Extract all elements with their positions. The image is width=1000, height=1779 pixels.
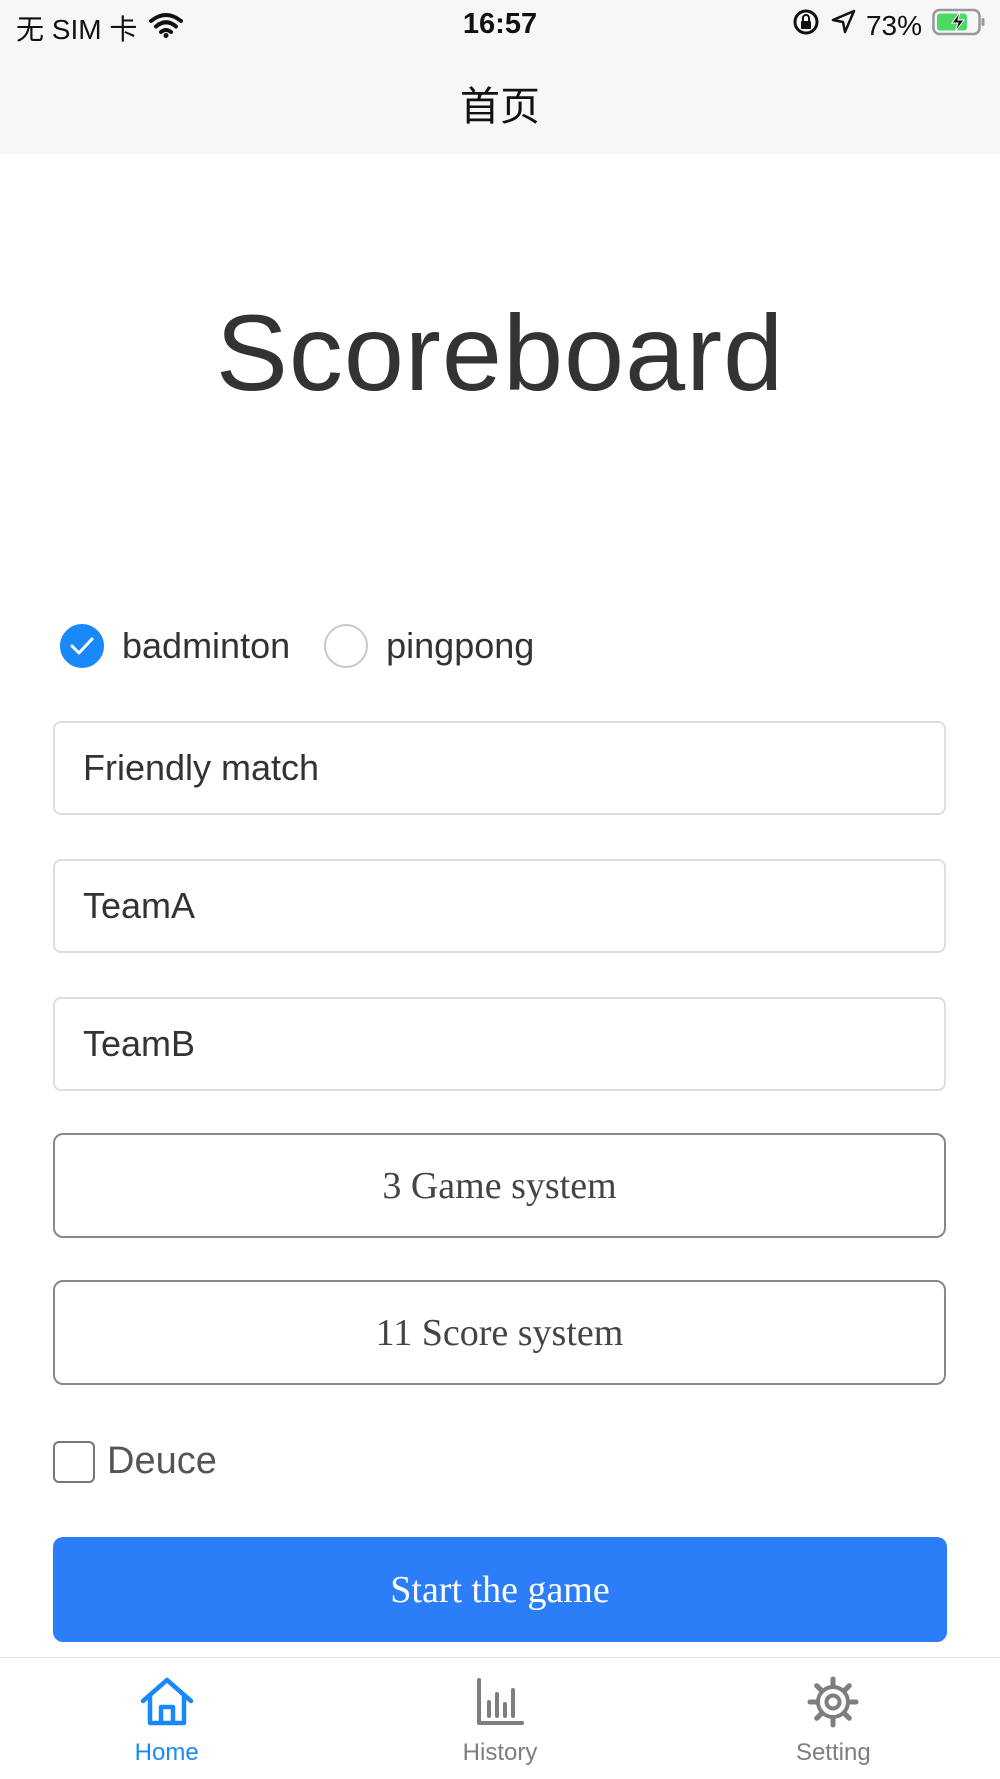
team-a-field[interactable] [53,859,946,953]
deuce-checkbox-row[interactable]: Deuce [53,1440,217,1483]
team-b-input[interactable] [55,999,944,1089]
battery-charging-icon [932,8,986,43]
status-bar: 无 SIM 卡 16:57 73% [0,0,1000,52]
radio-unchecked-icon[interactable] [324,624,369,668]
radio-label-pingpong[interactable]: pingpong [386,625,534,667]
tab-history[interactable]: History [333,1658,666,1779]
orientation-lock-icon [792,8,820,43]
radio-pingpong[interactable]: pingpong [324,624,534,668]
radio-checked-icon[interactable] [60,624,104,668]
radio-badminton[interactable]: badminton [60,624,290,668]
tab-label-history[interactable]: History [463,1739,538,1767]
deuce-label[interactable]: Deuce [107,1440,217,1483]
team-b-field[interactable] [53,997,946,1091]
page-title: 首页 [460,85,540,129]
home-icon[interactable] [139,1676,195,1733]
nav-bar: 首页 [0,52,1000,154]
match-name-field[interactable] [53,721,946,815]
tab-setting[interactable]: Setting [667,1658,1000,1779]
tab-label-home[interactable]: Home [135,1739,199,1767]
tab-home[interactable]: Home [0,1658,333,1779]
status-right: 73% [792,8,986,43]
location-icon [830,9,856,42]
team-a-input[interactable] [55,861,944,951]
tab-label-setting[interactable]: Setting [796,1739,871,1767]
radio-label-badminton[interactable]: badminton [122,625,290,667]
tab-bar: Home History Setting [0,1657,1000,1779]
match-name-input[interactable] [55,723,944,813]
gear-icon[interactable] [807,1676,859,1733]
score-system-button[interactable]: 11 Score system [53,1280,946,1385]
app-title: Scoreboard [215,292,785,413]
deuce-checkbox[interactable] [53,1440,95,1483]
sport-radio-group: badminton pingpong [60,624,568,668]
bar-chart-icon[interactable] [474,1676,526,1733]
start-game-button[interactable]: Start the game [53,1537,947,1642]
game-system-button[interactable]: 3 Game system [53,1133,946,1238]
battery-percent: 73% [865,9,922,41]
